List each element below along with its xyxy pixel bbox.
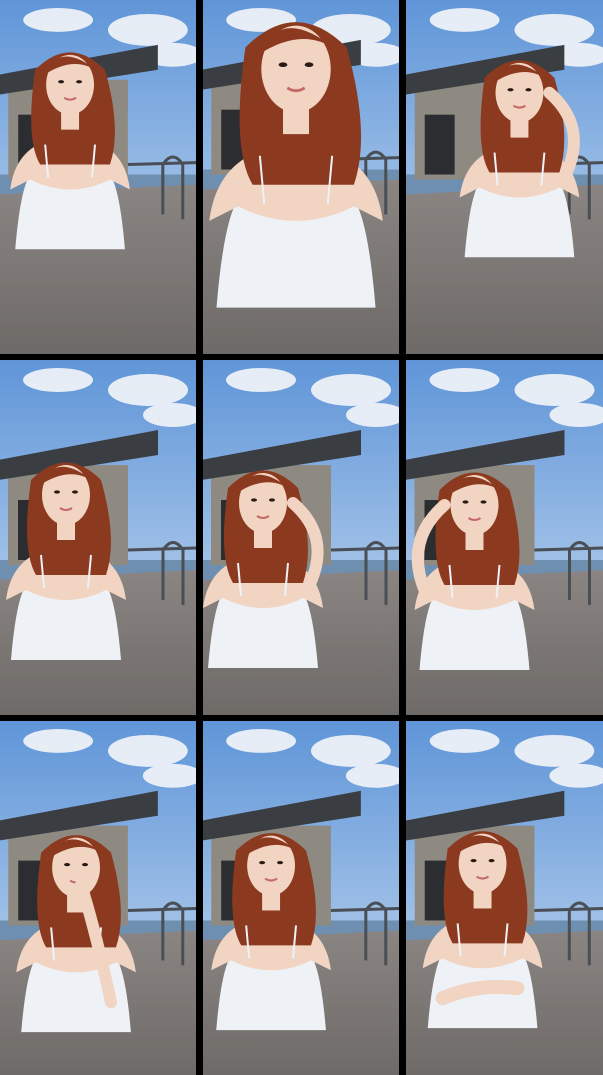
frame-illustration bbox=[0, 0, 196, 354]
frame-1 bbox=[0, 0, 196, 354]
frame-9 bbox=[406, 721, 603, 1075]
frame-5 bbox=[203, 360, 399, 715]
frame-illustration bbox=[406, 0, 603, 354]
photo-collage bbox=[0, 0, 603, 1075]
frame-illustration bbox=[0, 721, 196, 1075]
frame-illustration bbox=[203, 721, 399, 1075]
frame-illustration bbox=[406, 721, 603, 1075]
frame-6 bbox=[406, 360, 603, 715]
frame-4 bbox=[0, 360, 196, 715]
frame-7 bbox=[0, 721, 196, 1075]
frame-illustration bbox=[203, 360, 399, 715]
frame-3 bbox=[406, 0, 603, 354]
frame-illustration bbox=[0, 360, 196, 715]
frame-illustration bbox=[203, 0, 399, 354]
frame-illustration bbox=[406, 360, 603, 715]
frame-2 bbox=[203, 0, 399, 354]
frame-8 bbox=[203, 721, 399, 1075]
